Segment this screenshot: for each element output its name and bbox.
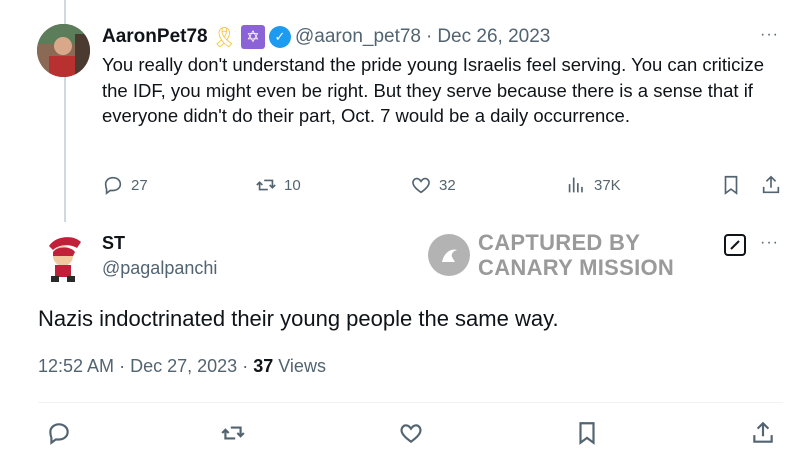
repost-icon <box>256 179 276 191</box>
star-of-david-icon: ✡ <box>241 25 265 49</box>
tweet2-time[interactable]: 12:52 AM <box>38 356 114 376</box>
tweet1-date[interactable]: Dec 26, 2023 <box>437 26 550 48</box>
divider <box>38 402 783 403</box>
repost-button[interactable] <box>220 420 246 446</box>
watermark-line2: CANARY MISSION <box>478 255 675 280</box>
share-button[interactable] <box>760 174 782 196</box>
repost-icon <box>221 426 245 440</box>
repost-button[interactable]: 10 <box>255 174 301 196</box>
bookmark-icon <box>724 175 738 195</box>
avatar-cartoon <box>37 232 90 285</box>
repost-count: 10 <box>284 176 301 194</box>
bookmark-button[interactable] <box>574 420 600 446</box>
heart-icon <box>400 424 422 443</box>
verified-icon[interactable]: ✓ <box>269 26 291 48</box>
share-icon <box>753 421 773 443</box>
views-button[interactable]: 37K <box>565 174 621 196</box>
bookmark-icon <box>579 422 595 445</box>
yellow-ribbon-icon: 🎗 <box>211 26 237 49</box>
like-button[interactable] <box>398 420 424 446</box>
like-count: 32 <box>439 176 456 194</box>
canary-bird-icon <box>428 234 470 276</box>
tweet2-views-label: Views <box>278 356 326 376</box>
reply-button[interactable]: 27 <box>102 174 148 196</box>
avatar-aaronpet78[interactable] <box>37 24 90 77</box>
avatar-pagalpanchi[interactable] <box>37 232 90 285</box>
analytics-icon <box>568 177 583 193</box>
tweet1-handle[interactable]: @aaron_pet78 <box>295 26 421 48</box>
reply-icon <box>104 176 122 195</box>
tweet1-display-name[interactable]: AaronPet78 <box>102 26 208 48</box>
avatar-photo <box>37 24 90 77</box>
views-count: 37K <box>594 176 621 194</box>
tweet2-action-bar <box>0 420 800 448</box>
reply-button[interactable] <box>46 420 72 446</box>
reply-icon <box>49 423 69 445</box>
heart-icon <box>412 177 430 194</box>
grok-icon[interactable] <box>724 234 746 256</box>
share-button[interactable] <box>750 420 776 446</box>
share-icon <box>762 175 780 194</box>
watermark-line1: CAPTURED BY <box>478 230 641 255</box>
tweet1-action-bar: 27 10 32 37K <box>100 174 790 200</box>
tweet1-text: You really don't understand the pride yo… <box>102 54 765 126</box>
watermark-text: CAPTURED BY CANARY MISSION <box>478 230 674 280</box>
separator-dot: · <box>426 26 433 47</box>
tweet1-header: AaronPet78 🎗 ✡ ✓ @aaron_pet78 · Dec 26, … <box>102 24 550 50</box>
tweet2-meta: 12:52 AM · Dec 27, 2023 · 37 Views <box>38 356 326 377</box>
reply-count: 27 <box>131 176 148 194</box>
tweet2-display-name[interactable]: ST <box>102 233 125 254</box>
tweet2-text: Nazis indoctrinated their young people t… <box>38 306 559 331</box>
separator-dot: · <box>119 356 126 376</box>
tweet2-more-icon[interactable]: ··· <box>760 234 779 252</box>
tweet2-views-count: 37 <box>253 356 274 376</box>
like-button[interactable]: 32 <box>410 174 456 196</box>
tweet2-date[interactable]: Dec 27, 2023 <box>130 356 237 376</box>
tweet1-more-icon[interactable]: ··· <box>760 26 779 44</box>
canary-mission-watermark: CAPTURED BY CANARY MISSION <box>428 230 674 280</box>
tweet2-handle[interactable]: @pagalpanchi <box>102 258 217 279</box>
bookmark-button[interactable] <box>720 174 742 196</box>
separator-dot: · <box>242 356 249 376</box>
